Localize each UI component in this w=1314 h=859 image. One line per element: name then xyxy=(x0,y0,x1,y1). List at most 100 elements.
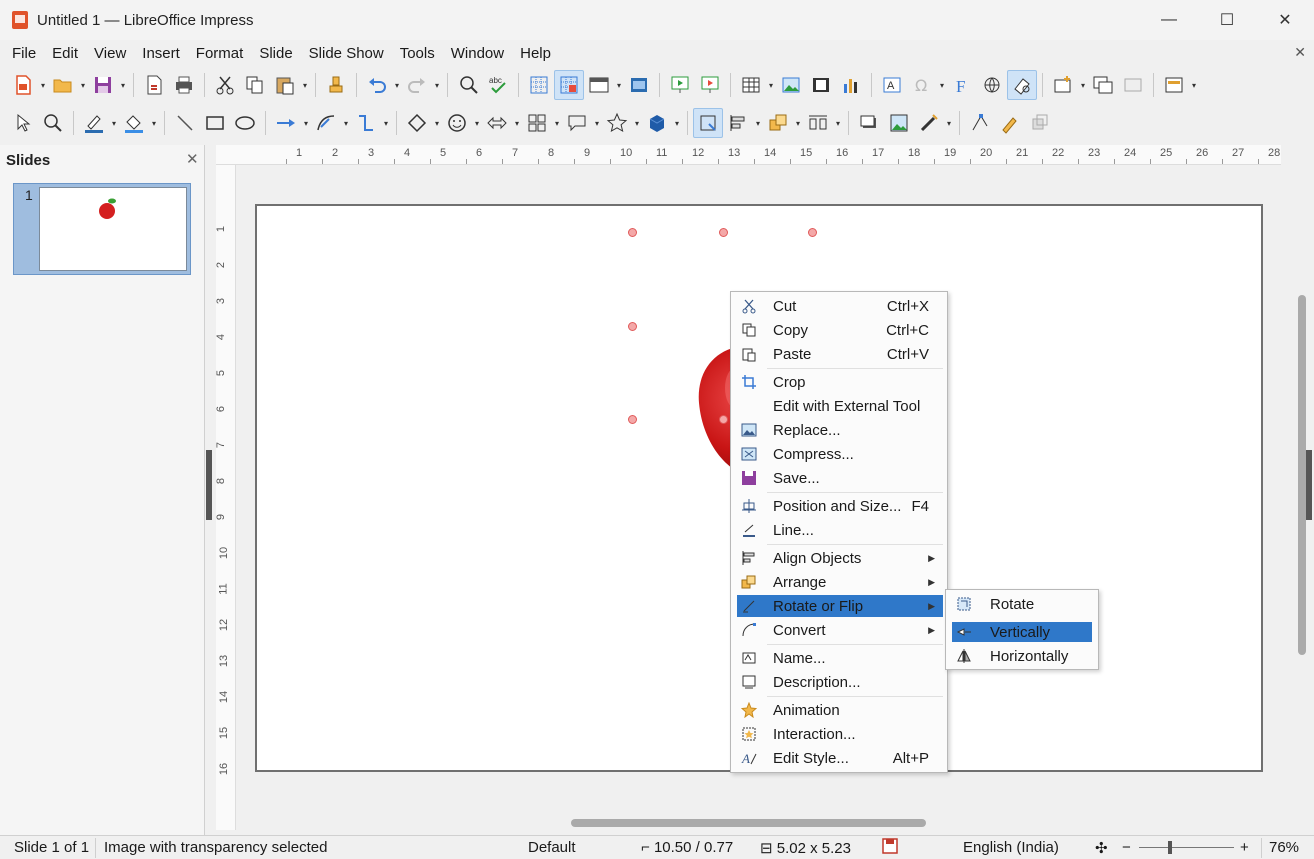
undo-dropdown-icon[interactable]: ▾ xyxy=(392,70,402,100)
menu-item-description[interactable]: Description... xyxy=(737,671,943,693)
menu-item-compress[interactable]: Compress... xyxy=(737,443,943,465)
menu-item-line[interactable]: Line... xyxy=(737,519,943,541)
clone-formatting-icon[interactable] xyxy=(321,70,351,100)
selection-handle[interactable] xyxy=(719,415,728,424)
new-slide-icon[interactable] xyxy=(1048,70,1078,100)
delete-slide-icon[interactable] xyxy=(1118,70,1148,100)
shadow-icon[interactable] xyxy=(854,108,884,138)
insert-line-icon[interactable] xyxy=(170,108,200,138)
basic-shapes-icon[interactable] xyxy=(402,108,432,138)
paste-icon[interactable] xyxy=(270,70,300,100)
menu-format[interactable]: Format xyxy=(188,45,252,62)
menu-view[interactable]: View xyxy=(86,45,134,62)
selection-handle[interactable] xyxy=(628,415,637,424)
select-arrow-icon[interactable] xyxy=(8,108,38,138)
selection-handle[interactable] xyxy=(628,322,637,331)
undo-icon[interactable] xyxy=(362,70,392,100)
helplines-icon[interactable] xyxy=(554,70,584,100)
symbol-shapes-dropdown-icon[interactable]: ▾ xyxy=(472,108,482,138)
distribute-dropdown-icon[interactable]: ▾ xyxy=(833,108,843,138)
hyperlink-icon[interactable] xyxy=(977,70,1007,100)
copy-icon[interactable] xyxy=(240,70,270,100)
filter-icon[interactable] xyxy=(914,108,944,138)
print-icon[interactable] xyxy=(169,70,199,100)
document-modified-icon[interactable] xyxy=(882,837,898,859)
slide-thumbnail-selected[interactable]: 1 xyxy=(13,183,191,275)
table-icon[interactable] xyxy=(736,70,766,100)
close-button[interactable]: ✕ xyxy=(1256,0,1314,40)
selection-handle[interactable] xyxy=(628,228,637,237)
special-character-icon[interactable]: Ω xyxy=(907,70,937,100)
block-arrows-icon[interactable] xyxy=(482,108,512,138)
master-slide-status[interactable]: Default xyxy=(528,839,576,856)
zoom-slider-track[interactable] xyxy=(1139,847,1234,848)
zoom-out-button[interactable]: − xyxy=(1122,839,1131,856)
new-slide-dropdown-icon[interactable]: ▾ xyxy=(1078,70,1088,100)
menu-item-paste[interactable]: Paste Ctrl+V xyxy=(737,343,943,365)
save-icon[interactable] xyxy=(88,70,118,100)
zoom-pan-icon[interactable] xyxy=(38,108,68,138)
minimize-button[interactable]: — xyxy=(1140,0,1198,40)
line-color-icon[interactable] xyxy=(79,108,109,138)
glue-points-icon[interactable] xyxy=(995,108,1025,138)
selection-handle[interactable] xyxy=(808,228,817,237)
export-pdf-icon[interactable] xyxy=(139,70,169,100)
stars-icon[interactable] xyxy=(602,108,632,138)
menu-insert[interactable]: Insert xyxy=(134,45,188,62)
media-icon[interactable] xyxy=(806,70,836,100)
paste-dropdown-icon[interactable]: ▾ xyxy=(300,70,310,100)
menu-item-animation[interactable]: Animation xyxy=(737,699,943,721)
horizontal-scrollbar[interactable] xyxy=(571,819,926,827)
fontwork-icon[interactable]: F xyxy=(947,70,977,100)
table-dropdown-icon[interactable]: ▾ xyxy=(766,70,776,100)
fill-color-dropdown-icon[interactable]: ▾ xyxy=(149,108,159,138)
slide-thumbnail[interactable] xyxy=(39,187,187,271)
language-status[interactable]: English (India) xyxy=(963,839,1059,856)
symbol-shapes-icon[interactable] xyxy=(442,108,472,138)
ellipse-icon[interactable] xyxy=(230,108,260,138)
menu-help[interactable]: Help xyxy=(512,45,559,62)
flowchart-icon[interactable] xyxy=(522,108,552,138)
menu-tools[interactable]: Tools xyxy=(392,45,443,62)
vertical-scrollbar[interactable] xyxy=(1298,295,1306,655)
callouts-icon[interactable] xyxy=(562,108,592,138)
stars-dropdown-icon[interactable]: ▾ xyxy=(632,108,642,138)
block-arrows-dropdown-icon[interactable]: ▾ xyxy=(512,108,522,138)
align-dropdown-icon[interactable]: ▾ xyxy=(753,108,763,138)
menu-item-copy[interactable]: Copy Ctrl+C xyxy=(737,319,943,341)
rectangle-icon[interactable] xyxy=(200,108,230,138)
lines-arrows-dropdown-icon[interactable]: ▾ xyxy=(301,108,311,138)
master-slide-icon[interactable] xyxy=(624,70,654,100)
menu-item-position-and-size[interactable]: Position and Size... F4 xyxy=(737,495,943,517)
views-dropdown-icon[interactable]: ▾ xyxy=(614,70,624,100)
menu-item-cut[interactable]: Cut Ctrl+X xyxy=(737,295,943,317)
arrange-icon[interactable] xyxy=(763,108,793,138)
submenu-item-horizontally[interactable]: Horizontally xyxy=(952,646,1092,666)
open-dropdown-icon[interactable]: ▾ xyxy=(78,70,88,100)
submenu-item-rotate[interactable]: Rotate xyxy=(952,594,1092,614)
menu-item-arrange[interactable]: Arrange ▶ xyxy=(737,571,943,593)
menu-item-save[interactable]: Save... xyxy=(737,467,943,489)
display-views-icon[interactable] xyxy=(584,70,614,100)
curves-polygons-icon[interactable] xyxy=(311,108,341,138)
filter-dropdown-icon[interactable]: ▾ xyxy=(944,108,954,138)
open-folder-icon[interactable] xyxy=(48,70,78,100)
sidebar-collapse-handle[interactable] xyxy=(1306,450,1312,520)
menu-item-edit-style[interactable]: A Edit Style... Alt+P xyxy=(737,747,943,769)
align-objects-icon[interactable] xyxy=(723,108,753,138)
close-document-icon[interactable]: ✕ xyxy=(1294,44,1306,61)
callouts-dropdown-icon[interactable]: ▾ xyxy=(592,108,602,138)
menu-item-edit-with-external-tool[interactable]: Edit with External Tool xyxy=(737,395,943,417)
fill-color-icon[interactable] xyxy=(119,108,149,138)
menu-item-convert[interactable]: Convert ▶ xyxy=(737,619,943,641)
new-dropdown-icon[interactable]: ▾ xyxy=(38,70,48,100)
connectors-dropdown-icon[interactable]: ▾ xyxy=(381,108,391,138)
points-icon[interactable] xyxy=(965,108,995,138)
slide-layout-dropdown-icon[interactable]: ▾ xyxy=(1189,70,1199,100)
menu-item-align-objects[interactable]: Align Objects ▶ xyxy=(737,547,943,569)
start-from-first-icon[interactable] xyxy=(665,70,695,100)
toggle-extrusion-icon[interactable] xyxy=(1025,108,1055,138)
menu-file[interactable]: File xyxy=(4,45,44,62)
redo-dropdown-icon[interactable]: ▾ xyxy=(432,70,442,100)
maximize-button[interactable]: ☐ xyxy=(1198,0,1256,40)
